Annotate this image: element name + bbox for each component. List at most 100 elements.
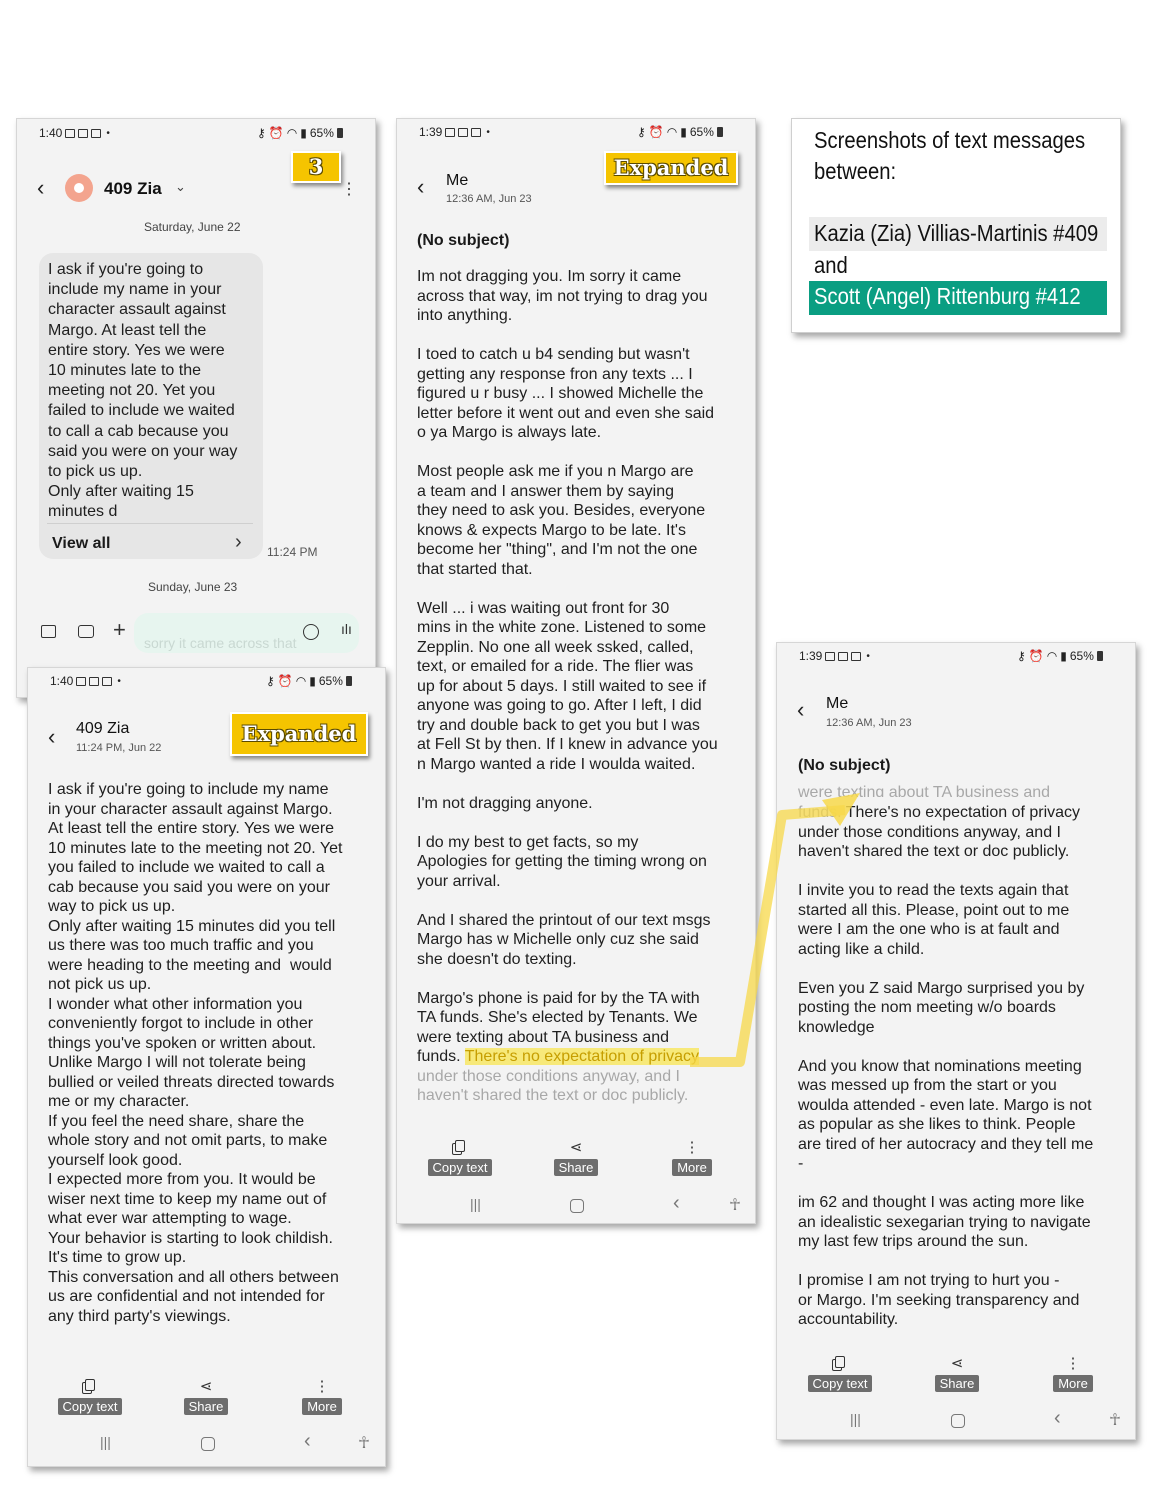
copy-icon [55,1378,125,1396]
status-time: 1:40 [39,126,63,140]
share-label: Share [183,1398,229,1415]
back-arrow-icon[interactable]: ‹ [797,699,804,721]
home-icon[interactable] [201,1437,215,1451]
more-options-icon[interactable]: ⋮ [341,179,357,199]
copy-text-button[interactable]: Copy text [805,1355,875,1393]
signal-icon: ▮ [309,674,316,688]
share-button[interactable]: ⋖ Share [541,1139,611,1177]
share-label: Share [553,1159,599,1176]
recents-icon[interactable]: ||| [100,1434,111,1450]
caption-name-2: Scott (Angel) Rittenburg #412 [814,283,1081,309]
message-text: funds. There's no expectation of privacy… [798,803,1128,1330]
nav-back-icon[interactable]: ‹ [1054,1407,1061,1430]
more-button[interactable]: ⋮ More [287,1378,357,1416]
accessibility-icon[interactable]: ☥ [358,1433,370,1453]
status-time: 1:39 [799,649,823,663]
battery-icon [716,127,723,137]
more-notifications-icon: • [486,126,490,138]
gallery-attach-icon[interactable] [41,625,56,638]
date-divider: Saturday, June 22 [144,220,241,234]
home-icon[interactable] [951,1414,965,1428]
share-label: Share [934,1375,980,1392]
more-notifications-icon: • [106,127,110,139]
calendar-icon [471,127,482,137]
bubble-divider [47,523,253,524]
nav-back-icon[interactable]: ‹ [304,1430,311,1453]
voice-icon[interactable]: ılı [341,621,352,637]
emoji-icon[interactable] [303,624,319,640]
message-input[interactable]: sorry it came across that [134,613,359,653]
copy-icon [805,1355,875,1373]
copy-text-button[interactable]: Copy text [55,1378,125,1416]
wifi-icon: ◠ [286,126,298,140]
copy-text-button[interactable]: Copy text [425,1139,495,1177]
expanded-badge: Expanded [230,712,368,756]
wifi-icon: ◠ [295,674,307,688]
contact-name[interactable]: 409 Zia [104,179,162,199]
caption-box: Screenshots of text messages between: Ka… [791,118,1121,333]
status-bar: 1:40 • [39,126,110,140]
calendar-icon [838,651,849,661]
add-icon[interactable]: + [113,617,126,643]
status-time: 1:39 [419,125,443,139]
signal-icon: ▮ [300,126,307,140]
chevron-right-icon[interactable]: › [235,531,242,554]
status-bar: 1:39 • [419,125,490,139]
more-vertical-icon: ⋮ [684,1139,700,1156]
status-indicators: ⚷ ⏰ ◠ ▮ 65% [266,674,352,688]
accessibility-icon[interactable]: ☥ [729,1195,741,1215]
back-arrow-icon[interactable]: ‹ [417,176,424,198]
more-notifications-icon: • [117,675,121,687]
message-body: I invite you to read the texts again tha… [798,882,1094,1328]
alarm-icon: ⏰ [1028,649,1044,663]
accessibility-icon[interactable]: ☥ [1109,1410,1121,1430]
wifi-icon: ◠ [1046,649,1058,663]
share-button[interactable]: ⋖ Share [171,1378,241,1416]
funds-text: funds. [798,804,842,821]
highlighted-text: There's no expectation of privacy [464,1048,700,1065]
back-arrow-icon[interactable]: ‹ [37,177,44,199]
copy-text-label: Copy text [57,1398,123,1415]
notification-icon [825,651,836,661]
message-text: I ask if you're going to include my name… [48,261,238,521]
more-label: More [672,1159,712,1176]
back-arrow-icon[interactable]: ‹ [48,726,55,748]
recents-icon[interactable]: ||| [470,1196,481,1212]
more-button[interactable]: ⋮ More [1038,1355,1108,1393]
avatar[interactable] [65,174,93,202]
camera-icon[interactable] [78,625,94,638]
share-icon: ⋖ [950,1355,964,1372]
battery-icon [345,676,352,686]
message-text: I ask if you're going to include my name… [48,781,343,1325]
battery-percent: 65% [689,125,714,139]
notification-icon [458,127,469,137]
battery-icon [336,128,343,138]
key-icon: ⚷ [1017,649,1026,663]
expanded-badge: Expanded [604,151,738,185]
copy-text-label: Copy text [427,1159,493,1176]
home-icon[interactable] [570,1199,584,1213]
more-vertical-icon: ⋮ [314,1378,330,1395]
screenshot-zia-expanded: 1:40 • ⚷ ⏰ ◠ ▮ 65% ‹ 409 Zia 11:24 PM, J… [27,667,386,1467]
more-vertical-icon: ⋮ [1065,1355,1081,1372]
view-all-link[interactable]: View all [52,535,110,553]
recents-icon[interactable]: ||| [850,1411,861,1427]
caption-name-1: Kazia (Zia) Villias-Martinis #409 [814,220,1099,246]
caption-line-1: Screenshots of text messages [814,127,1086,153]
chevron-down-icon[interactable]: ⌄ [175,179,186,195]
more-button[interactable]: ⋮ More [657,1139,727,1177]
status-indicators: ⚷ ⏰ ◠ ▮ 65% [637,125,723,139]
sender-name: Me [446,172,469,189]
more-label: More [1053,1375,1093,1392]
status-bar: 1:40 • [50,674,121,688]
status-bar: 1:39 • [799,649,870,663]
alarm-icon: ⏰ [277,674,293,688]
message-subject: (No subject) [798,757,891,774]
message-time: 11:24 PM [267,545,318,559]
nav-back-icon[interactable]: ‹ [673,1192,680,1215]
status-time: 1:40 [50,674,74,688]
page-number-badge: 3 [291,151,341,183]
share-button[interactable]: ⋖ Share [922,1355,992,1393]
copy-text-label: Copy text [807,1375,873,1392]
caption-line-2: between: [814,158,897,184]
